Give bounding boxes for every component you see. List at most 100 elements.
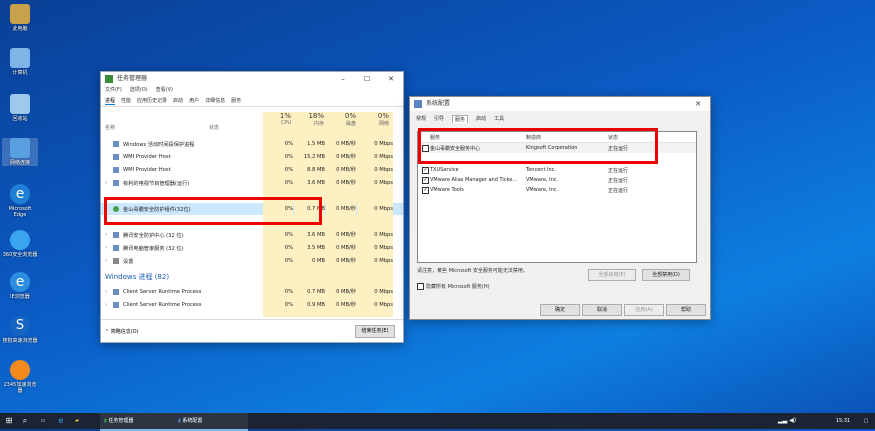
hide-ms-services[interactable]: 隐藏所有 Microsoft 服务(H) — [417, 283, 490, 290]
fewer-details-link[interactable]: ⌃ 简略信息(D) — [105, 328, 139, 335]
tray-icons[interactable]: ▂▃ ◀) — [778, 413, 796, 429]
apply-button[interactable]: 应用(A) — [624, 304, 664, 316]
list-item[interactable]: ✓ TXUService Tencent Inc. 正在运行 — [418, 165, 696, 175]
system-config-titlebar[interactable]: 系统配置 ✕ — [410, 97, 710, 111]
table-row[interactable]: WMI Provider Host 0% 8.8 MB 0 MB/秒 0 Mbp… — [101, 164, 403, 176]
desktop-icon-recycle-bin[interactable]: 回收站 — [2, 94, 38, 122]
enable-all-button[interactable]: 全部启用(E) — [588, 269, 636, 281]
chevron-up-icon: ⌃ — [105, 329, 110, 335]
edge-icon: e — [10, 184, 30, 204]
notification-icon[interactable]: ▢ — [860, 413, 872, 429]
tab-startup[interactable]: 启动 — [173, 97, 183, 104]
windows-start-icon[interactable]: ⊞ — [4, 413, 14, 429]
clock[interactable]: 15:31 — [830, 413, 856, 429]
disable-all-button[interactable]: 全部禁用(D) — [642, 269, 690, 281]
tab-processes[interactable]: 进程 — [105, 97, 116, 105]
process-icon — [113, 245, 119, 251]
desktop-icon-this-pc[interactable]: 此电脑 — [2, 4, 38, 32]
desktop-icon-2345[interactable]: 2345加速浏览器 — [2, 360, 38, 394]
recycle-bin-icon — [10, 94, 30, 114]
column-status[interactable]: 状态 — [209, 124, 219, 131]
desktop-icon-network[interactable]: 网络连接 — [2, 138, 38, 166]
computer-icon — [10, 48, 30, 68]
desktop-icon-360-browser[interactable]: 360安全浏览器 — [2, 230, 38, 258]
group-header-windows[interactable]: Windows 进程 (82) — [101, 271, 403, 283]
table-row[interactable]: › 有利的电视节目管理器(运行) 0% 3.6 MB 0 MB/秒 0 Mbps — [101, 177, 403, 189]
desktop-icon-computer[interactable]: 计算机 — [2, 48, 38, 76]
folder-icon[interactable]: ▰ — [72, 413, 82, 429]
browser-2345-icon — [10, 360, 30, 380]
tab-startup[interactable]: 启动 — [476, 115, 486, 123]
column-cpu[interactable]: 1% CPU — [261, 112, 291, 126]
tab-boot[interactable]: 引导 — [434, 115, 444, 123]
task-manager-icon — [105, 75, 113, 83]
close-button[interactable]: ✕ — [379, 72, 403, 86]
column-disk[interactable]: 0% 磁盘 — [326, 112, 356, 127]
desktop-icon-ie[interactable]: e IE浏览器 — [2, 272, 38, 300]
tab-users[interactable]: 用户 — [189, 97, 199, 104]
services-note: 请注意，某些 Microsoft 安全服务可能无法禁用。 — [417, 268, 528, 274]
taskbar: ⊞ ⌕ ▭ e ▰ ▮ 任务管理器 ▮ 系统配置 ▂▃ ◀) 15:31 ▢ — [0, 413, 875, 431]
ok-button[interactable]: 确定 — [540, 304, 580, 316]
table-row[interactable]: › 设置 0% 0 MB 0 MB/秒 0 Mbps — [101, 255, 403, 267]
system-config-tabs: 常规 引导 服务 启动 工具 — [410, 111, 710, 125]
menu-file[interactable]: 文件(F) — [105, 86, 122, 95]
desktop-icon-sogou[interactable]: S 搜狗高速浏览器 — [2, 316, 38, 344]
column-name[interactable]: 名称 — [105, 124, 115, 131]
network-icon — [10, 138, 30, 158]
network-icon: ▂▃ — [778, 417, 788, 424]
taskbar-app-system-config[interactable]: ▮ 系统配置 — [174, 413, 248, 431]
tab-app-history[interactable]: 应用历史记录 — [137, 97, 167, 104]
expand-chevron-icon[interactable]: › — [105, 258, 107, 264]
hide-ms-checkbox[interactable] — [417, 283, 424, 290]
minimize-button[interactable]: – — [331, 72, 355, 86]
list-item[interactable]: ✓ VMware Alias Manager and Ticke... VMwa… — [418, 175, 696, 185]
window-title: 系统配置 — [426, 100, 451, 107]
expand-chevron-icon[interactable]: › — [105, 289, 107, 295]
help-button[interactable]: 帮助 — [666, 304, 706, 316]
user-folder-icon — [10, 4, 30, 24]
expand-chevron-icon[interactable]: › — [105, 232, 107, 238]
highlight-box-service — [418, 128, 658, 164]
tab-services[interactable]: 服务 — [452, 115, 469, 123]
tab-performance[interactable]: 性能 — [121, 97, 131, 104]
table-row[interactable]: Windows 活动时间段保护进程 0% 1.5 MB 0 MB/秒 0 Mbp… — [101, 138, 403, 150]
tab-details[interactable]: 详细信息 — [205, 97, 225, 104]
msconfig-icon — [414, 100, 422, 108]
table-row[interactable]: › 腾讯电脑管家服务 (32 位) 0% 3.5 MB 0 MB/秒 0 Mbp… — [101, 242, 403, 254]
desktop-icon-edge[interactable]: e Microsoft Edge — [2, 184, 38, 218]
table-row[interactable]: › 腾讯安全防护中心 (32 位) 0% 3.6 MB 0 MB/秒 0 Mbp… — [101, 229, 403, 241]
menu-bar: 文件(F) 选项(O) 查看(V) — [101, 86, 403, 95]
table-row[interactable]: › Client Server Runtime Process 0% 0.9 M… — [101, 299, 403, 311]
tab-services[interactable]: 服务 — [231, 97, 241, 104]
end-task-button[interactable]: 结束任务(E) — [355, 325, 395, 338]
highlight-box-process — [104, 197, 322, 225]
taskbar-app-task-manager[interactable]: ▮ 任务管理器 — [100, 413, 174, 431]
close-button[interactable]: ✕ — [686, 97, 710, 111]
tab-tools[interactable]: 工具 — [494, 115, 504, 123]
service-checkbox[interactable]: ✓ — [422, 177, 429, 184]
expand-chevron-icon[interactable]: › — [105, 180, 107, 186]
edge-taskbar-icon[interactable]: e — [56, 413, 66, 429]
list-item[interactable]: ✓ VMware Tools VMware, Inc. 正在运行 — [418, 185, 696, 195]
search-icon[interactable]: ⌕ — [20, 413, 30, 429]
task-view-icon[interactable]: ▭ — [38, 413, 48, 429]
cancel-button[interactable]: 取消 — [582, 304, 622, 316]
process-icon — [113, 302, 119, 308]
process-icon — [113, 289, 119, 295]
expand-chevron-icon[interactable]: › — [105, 302, 107, 308]
process-icon — [113, 167, 119, 173]
column-memory[interactable]: 18% 内存 — [294, 112, 324, 127]
menu-view[interactable]: 查看(V) — [156, 86, 173, 95]
table-row[interactable]: WMI Provider Host 0% 15.2 MB 0 MB/秒 0 Mb… — [101, 151, 403, 163]
column-network[interactable]: 0% 网络 — [359, 112, 389, 127]
process-icon — [113, 232, 119, 238]
service-checkbox[interactable]: ✓ — [422, 187, 429, 194]
tab-general[interactable]: 常规 — [416, 115, 426, 123]
menu-options[interactable]: 选项(O) — [130, 86, 148, 95]
maximize-button[interactable]: ☐ — [355, 72, 379, 86]
expand-chevron-icon[interactable]: › — [105, 245, 107, 251]
service-checkbox[interactable]: ✓ — [422, 167, 429, 174]
table-row[interactable]: › Client Server Runtime Process 0% 0.7 M… — [101, 286, 403, 298]
task-manager-titlebar[interactable]: 任务管理器 – ☐ ✕ — [101, 72, 403, 86]
